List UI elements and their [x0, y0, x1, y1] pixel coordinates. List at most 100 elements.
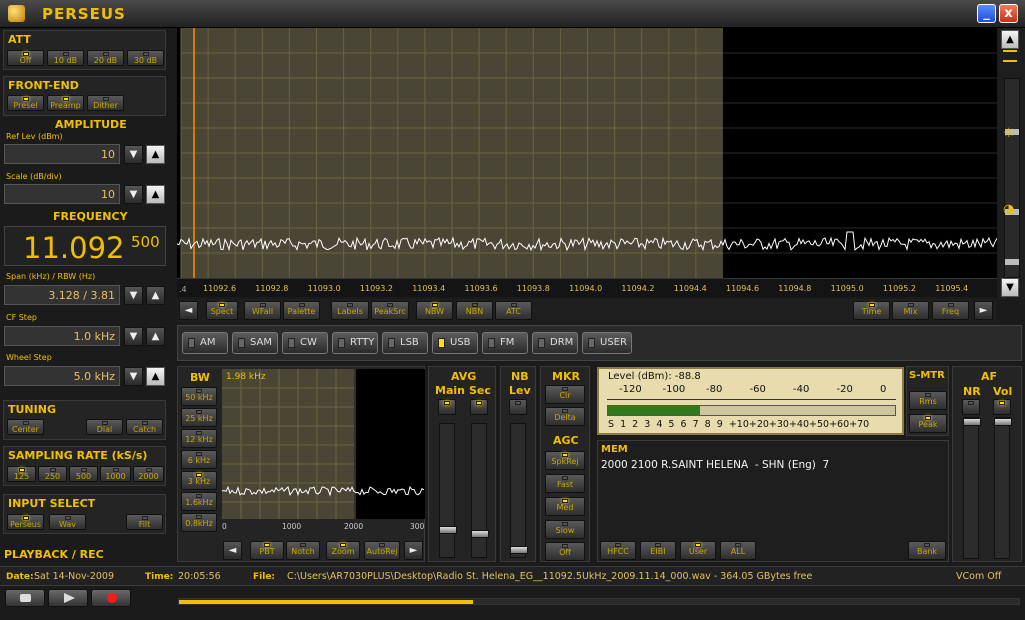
cf-down-button[interactable]: ▼: [124, 327, 143, 346]
dial-button[interactable]: Dial: [86, 419, 123, 435]
bw-back-button[interactable]: ◄: [223, 541, 242, 560]
nr-toggle[interactable]: [962, 399, 980, 415]
preamp-button[interactable]: Preamp: [47, 95, 84, 111]
spectrum-up-button[interactable]: ▲: [1001, 30, 1019, 49]
stop-button[interactable]: [5, 589, 45, 607]
bank-button[interactable]: Bank: [908, 541, 946, 560]
mode-rtty-button[interactable]: RTTY: [332, 332, 378, 354]
labels-button[interactable]: Labels: [331, 301, 369, 320]
mode-usb-button[interactable]: USB: [432, 332, 478, 354]
agc-spkrej-button[interactable]: SpkRej: [545, 451, 585, 470]
freq-button[interactable]: Freq: [932, 301, 969, 320]
vol-toggle[interactable]: [993, 399, 1011, 415]
wheel-down-button[interactable]: ▼: [124, 367, 143, 386]
user-mem-button[interactable]: User: [680, 541, 716, 560]
sr-500-button[interactable]: 500: [69, 466, 98, 482]
zoom-button[interactable]: Zoom: [326, 541, 360, 560]
scale-up-button[interactable]: ▲: [146, 185, 165, 204]
ref-level-field[interactable]: 10: [4, 144, 120, 164]
avg-main-slider[interactable]: [439, 423, 457, 558]
bw-3k-button[interactable]: 3 kHz: [181, 471, 217, 490]
scale-down-button[interactable]: ▼: [124, 185, 143, 204]
mode-cw-button[interactable]: CW: [282, 332, 328, 354]
nbn-button[interactable]: NBN: [456, 301, 493, 320]
agc-slow-button[interactable]: Slow: [545, 520, 585, 539]
mkr-clr-button[interactable]: Clr: [545, 385, 585, 404]
ref-down-button[interactable]: ▼: [124, 145, 143, 164]
toolbar-forward-button[interactable]: ►: [974, 301, 993, 320]
bw-12k-button[interactable]: 12 kHz: [181, 429, 217, 448]
nbw-button[interactable]: NBW: [416, 301, 453, 320]
presel-button[interactable]: Presel: [7, 95, 44, 111]
bw-1k6-button[interactable]: 1.6kHz: [181, 492, 217, 511]
rms-button[interactable]: Rms: [909, 391, 947, 410]
avg-main-toggle[interactable]: [438, 399, 456, 415]
wav-input-button[interactable]: Wav: [49, 514, 86, 530]
cf-step-field[interactable]: 1.0 kHz: [4, 326, 120, 346]
mkr-delta-button[interactable]: Delta: [545, 407, 585, 426]
spectrum-graph[interactable]: [176, 28, 998, 278]
wheel-step-field[interactable]: 5.0 kHz: [4, 366, 120, 386]
att-20db-button[interactable]: 20 dB: [87, 50, 124, 66]
nb-toggle[interactable]: [509, 399, 527, 415]
att-10db-button[interactable]: 10 dB: [47, 50, 84, 66]
sr-125-button[interactable]: 125: [7, 466, 36, 482]
playback-progress[interactable]: [178, 598, 1020, 605]
passband-display[interactable]: 1.98 kHz: [221, 369, 425, 519]
record-button[interactable]: [91, 589, 131, 607]
peak-button[interactable]: Peak: [909, 414, 947, 433]
all-button[interactable]: ALL: [720, 541, 756, 560]
mode-sam-button[interactable]: SAM: [232, 332, 278, 354]
peaksrc-button[interactable]: PeakSrc: [371, 301, 409, 320]
sr-2000-button[interactable]: 2000: [133, 466, 164, 482]
nr-slider[interactable]: [963, 417, 981, 559]
span-down-button[interactable]: ▼: [124, 286, 143, 305]
minimize-button[interactable]: _: [977, 4, 996, 23]
scale-field[interactable]: 10: [4, 184, 120, 204]
perseus-input-button[interactable]: Perseus: [7, 514, 44, 530]
agc-fast-button[interactable]: Fast: [545, 474, 585, 493]
mode-user-button[interactable]: USER: [582, 332, 632, 354]
pbt-button[interactable]: PBT: [250, 541, 284, 560]
play-button[interactable]: [48, 589, 88, 607]
ref-up-button[interactable]: ▲: [146, 145, 165, 164]
avg-sec-slider[interactable]: [471, 423, 489, 558]
bw-50k-button[interactable]: 50 kHz: [181, 387, 217, 406]
mix-button[interactable]: Mix: [892, 301, 929, 320]
spectrum-slider[interactable]: [1004, 78, 1020, 278]
cf-up-button[interactable]: ▲: [146, 327, 165, 346]
brightness-icon[interactable]: ☼: [1003, 126, 1015, 141]
sr-1000-button[interactable]: 1000: [100, 466, 131, 482]
span-up-button[interactable]: ▲: [146, 286, 165, 305]
bw-0k8-button[interactable]: 0.8kHz: [181, 513, 217, 532]
att-off-button[interactable]: Off: [7, 50, 44, 66]
time-button[interactable]: Time: [853, 301, 890, 320]
eibi-button[interactable]: EIBI: [640, 541, 676, 560]
filt-button[interactable]: Filt: [126, 514, 163, 530]
mode-am-button[interactable]: AM: [182, 332, 228, 354]
span-field[interactable]: 3.128 / 3.81: [4, 285, 120, 305]
palette-button[interactable]: Palette: [283, 301, 320, 320]
wheel-up-button[interactable]: ▲: [146, 367, 165, 386]
sr-250-button[interactable]: 250: [38, 466, 67, 482]
spectrum-display[interactable]: [176, 28, 998, 278]
hfcc-button[interactable]: HFCC: [600, 541, 636, 560]
center-button[interactable]: Center: [7, 419, 44, 435]
mode-drm-button[interactable]: DRM: [532, 332, 578, 354]
spect-button[interactable]: Spect: [206, 301, 238, 320]
mode-fm-button[interactable]: FM: [482, 332, 528, 354]
bw-6k-button[interactable]: 6 kHz: [181, 450, 217, 469]
vol-slider[interactable]: [994, 417, 1012, 559]
mode-lsb-button[interactable]: LSB: [382, 332, 428, 354]
spectrum-down-button[interactable]: ▼: [1001, 278, 1019, 297]
nb-level-slider[interactable]: [510, 423, 528, 558]
atc-button[interactable]: ATC: [495, 301, 532, 320]
mem-entry[interactable]: 2000 2100 R.SAINT HELENA - SHN (Eng) 7: [601, 459, 829, 471]
bw-25k-button[interactable]: 25 kHz: [181, 408, 217, 427]
close-button[interactable]: x: [999, 4, 1018, 23]
att-30db-button[interactable]: 30 dB: [127, 50, 164, 66]
autorej-button[interactable]: AutoRej: [364, 541, 400, 560]
bw-forward-button[interactable]: ►: [404, 541, 423, 560]
wfall-button[interactable]: WFall: [244, 301, 281, 320]
toolbar-back-button[interactable]: ◄: [179, 301, 198, 320]
